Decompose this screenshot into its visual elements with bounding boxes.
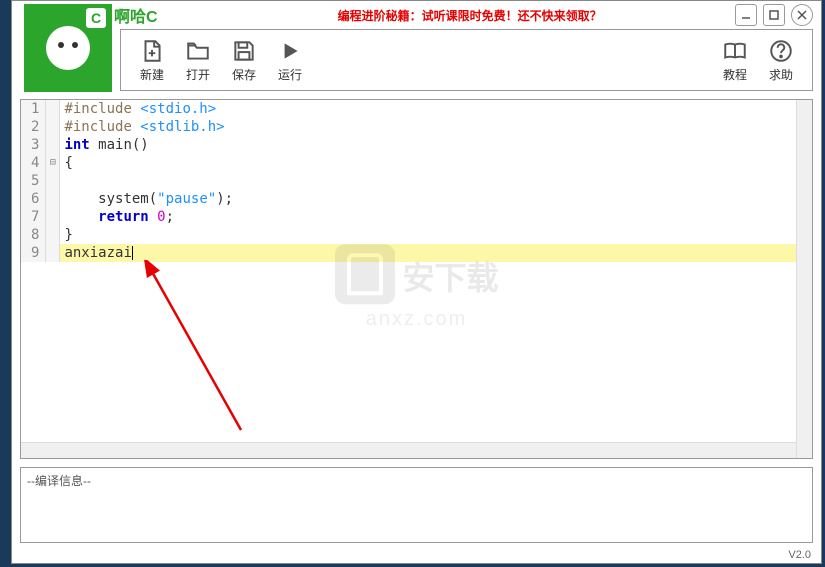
- title-bar: 啊哈C 编程进阶秘籍：试听课限时免费！还不快来领取？: [12, 1, 821, 29]
- help-icon: [768, 38, 794, 64]
- line-gutter: 123456789: [21, 100, 46, 262]
- code-editor[interactable]: 123456789 ⊟ #include <stdio.h> #include …: [20, 99, 813, 459]
- output-panel: --编译信息--: [20, 467, 813, 543]
- help-button[interactable]: 求助: [758, 32, 804, 88]
- folder-open-icon: [185, 38, 211, 64]
- output-label: --编译信息--: [27, 474, 91, 488]
- annotation-arrow-icon: [141, 260, 261, 440]
- horizontal-scrollbar[interactable]: [21, 442, 796, 458]
- fold-gutter: ⊟: [46, 100, 60, 262]
- open-button[interactable]: 打开: [175, 32, 221, 88]
- run-button[interactable]: 运行: [267, 32, 313, 88]
- vertical-scrollbar[interactable]: [796, 100, 812, 458]
- current-line: anxiazai: [60, 244, 812, 262]
- app-window: C 啊哈C 编程进阶秘籍：试听课限时免费！还不快来领取？ 新建 打开 保存 运行: [11, 0, 822, 564]
- logo-letter: C: [86, 8, 106, 28]
- toolbar: 新建 打开 保存 运行 教程 求助: [120, 29, 813, 91]
- maximize-button[interactable]: [763, 4, 785, 26]
- play-icon: [277, 38, 303, 64]
- promo-link[interactable]: 编程进阶秘籍：试听课限时免费！还不快来领取？: [338, 7, 602, 24]
- app-logo: C: [24, 4, 112, 92]
- save-button[interactable]: 保存: [221, 32, 267, 88]
- new-button[interactable]: 新建: [129, 32, 175, 88]
- book-icon: [722, 38, 748, 64]
- file-new-icon: [139, 38, 165, 64]
- tutorial-button[interactable]: 教程: [712, 32, 758, 88]
- app-title: 啊哈C: [114, 3, 158, 27]
- close-button[interactable]: [791, 4, 813, 26]
- version-label: V2.0: [788, 549, 811, 561]
- code-area[interactable]: #include <stdio.h> #include <stdlib.h> i…: [60, 100, 812, 262]
- text-cursor: [132, 246, 133, 260]
- minimize-button[interactable]: [735, 4, 757, 26]
- save-icon: [231, 38, 257, 64]
